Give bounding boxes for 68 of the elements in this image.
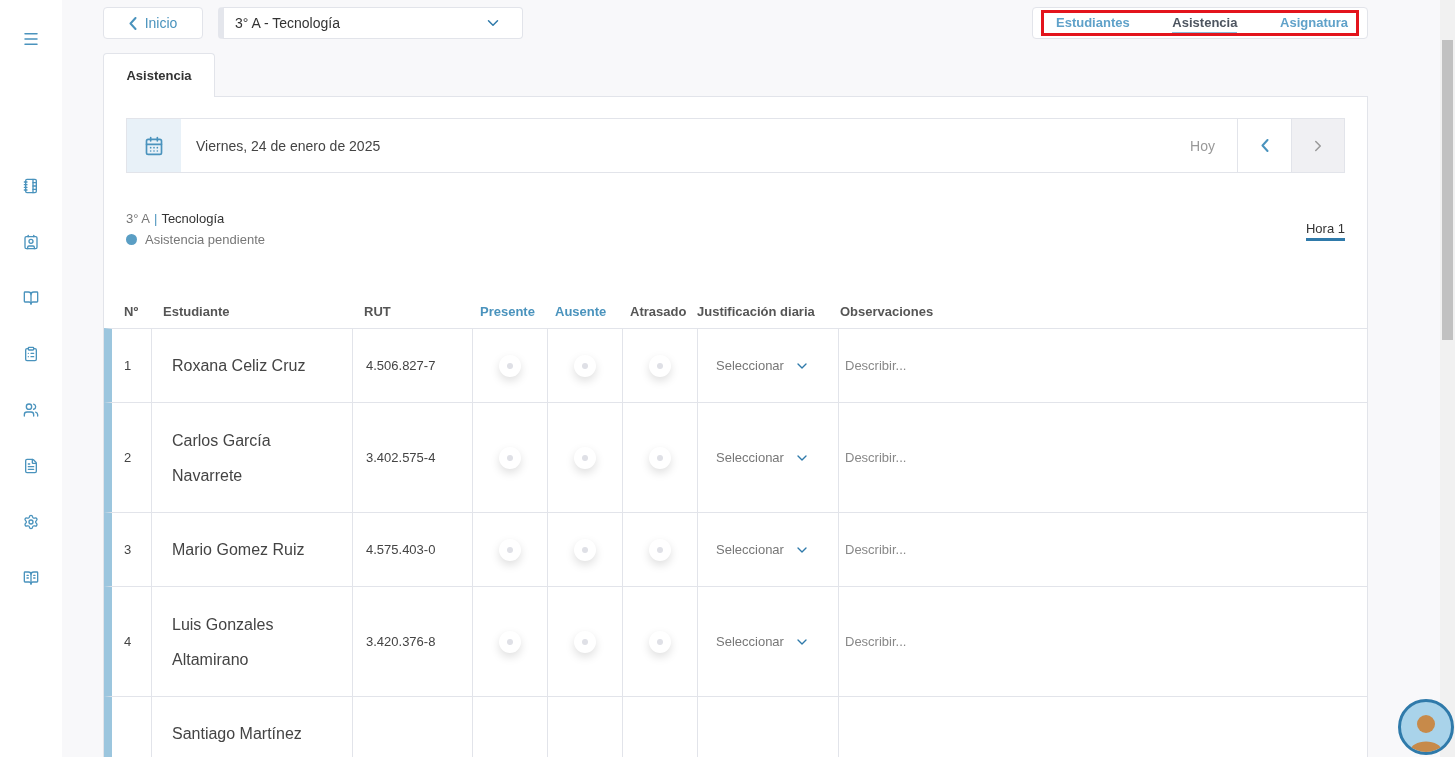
radio-button[interactable] xyxy=(574,446,596,469)
calendar-icon xyxy=(144,135,164,156)
clipboard-icon[interactable] xyxy=(23,346,39,362)
radio-button[interactable] xyxy=(499,446,521,469)
rut-text: 3.402.575-4 xyxy=(366,450,436,465)
column-header: Atrasado xyxy=(629,304,688,319)
radio-button[interactable] xyxy=(499,630,521,653)
observation-field[interactable]: Describir... xyxy=(839,450,1367,465)
nav-tab[interactable]: Asignatura xyxy=(1280,13,1348,33)
status-dot xyxy=(126,234,137,245)
radio-button[interactable] xyxy=(499,538,521,561)
radio-button[interactable] xyxy=(649,630,671,653)
justification-select[interactable]: Seleccionar xyxy=(698,633,810,650)
class-title: 3° A | Tecnología xyxy=(126,211,226,226)
justification-select[interactable]: Seleccionar xyxy=(698,541,810,558)
column-header: Presente xyxy=(479,304,536,319)
observation-field[interactable]: Describir... xyxy=(839,542,1367,557)
id-card-icon[interactable] xyxy=(23,234,39,250)
scrollbar[interactable] xyxy=(1440,0,1455,757)
row-number: 1 xyxy=(123,358,132,373)
book-icon[interactable] xyxy=(23,290,39,306)
avatar-icon[interactable] xyxy=(1398,699,1454,755)
notebook-icon[interactable] xyxy=(23,178,39,194)
row-number: 2 xyxy=(123,450,132,465)
status-text: Asistencia pendiente xyxy=(145,232,265,247)
radio-button[interactable] xyxy=(574,354,596,377)
student-name: Santiago Martínez xyxy=(171,724,303,744)
menu-icon[interactable] xyxy=(22,30,40,48)
settings-icon[interactable] xyxy=(23,514,39,530)
student-name: Roxana Celiz Cruz xyxy=(171,356,307,376)
justification-select[interactable]: Seleccionar xyxy=(698,449,810,466)
back-button[interactable]: Inicio xyxy=(103,7,203,39)
student-name: Carlos García Navarrete xyxy=(171,430,272,486)
nav-tab[interactable]: Estudiantes xyxy=(1056,13,1130,33)
student-name: Luis Gonzales Altamirano xyxy=(171,614,275,670)
radio-button[interactable] xyxy=(574,630,596,653)
next-button[interactable] xyxy=(1291,119,1344,172)
column-header: Ausente xyxy=(554,304,608,319)
nav-tab[interactable]: Asistencia xyxy=(1172,13,1238,33)
radio-button[interactable] xyxy=(574,538,596,561)
student-name: Mario Gomez Ruiz xyxy=(171,540,306,560)
observation-field[interactable]: Describir... xyxy=(839,634,1367,649)
rut-text: 4.506.827-7 xyxy=(366,358,436,373)
row-number: 4 xyxy=(123,634,132,649)
tab[interactable]: Asistencia xyxy=(103,53,215,97)
document-icon[interactable] xyxy=(23,458,39,474)
column-header: Justificación diaria xyxy=(697,304,816,319)
users-icon[interactable] xyxy=(23,402,39,418)
column-header: Observaciones xyxy=(839,304,935,319)
rut-text: 3.420.376-8 xyxy=(366,634,436,649)
radio-button[interactable] xyxy=(649,446,671,469)
calendar-button[interactable] xyxy=(127,119,181,172)
observation-field[interactable]: Describir... xyxy=(839,358,1367,373)
chevron-left-icon xyxy=(1260,139,1269,152)
chevron-left-icon xyxy=(128,16,137,30)
column-header: RUT xyxy=(363,304,392,319)
course-select[interactable]: 3° A - Tecnología xyxy=(218,7,523,39)
reader-icon[interactable] xyxy=(23,570,39,586)
row-number: 3 xyxy=(123,542,132,557)
date-text: Viernes, 24 de enero de 2025 xyxy=(195,136,382,156)
column-header: Nº xyxy=(123,304,140,319)
hour-tab[interactable]: Hora 1 xyxy=(1305,221,1345,241)
column-header: Estudiante xyxy=(162,304,231,319)
radio-button[interactable] xyxy=(649,538,671,561)
justification-select[interactable]: Seleccionar xyxy=(698,357,810,374)
rut-text: 4.575.403-0 xyxy=(366,542,436,557)
radio-button[interactable] xyxy=(499,354,521,377)
radio-button[interactable] xyxy=(649,354,671,377)
